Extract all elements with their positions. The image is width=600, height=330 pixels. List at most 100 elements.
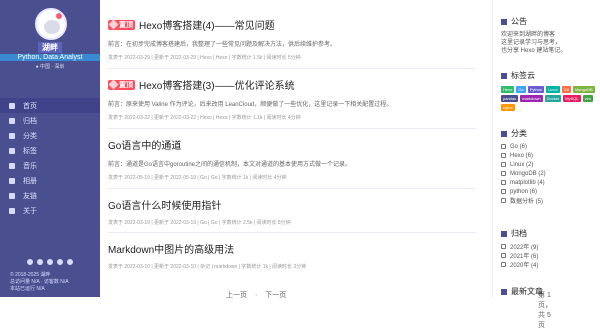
post-card[interactable]: Go语言中的通道 前言：通道是Go语言中goroutine之间的通信机制，本文对… xyxy=(108,137,476,181)
post-meta: 发表于 2022-03-19 | 更新于 2022-03-19 | Go | G… xyxy=(108,220,291,226)
categories-title: 分类 xyxy=(501,128,599,139)
pin-icon xyxy=(108,19,119,30)
pinned-badge: 置顶 xyxy=(108,19,135,30)
post-card[interactable]: Markdown中图片的高级用法 发表于 2022-03-10 | 更新于 20… xyxy=(108,241,476,270)
folder-icon xyxy=(501,130,507,137)
post-meta: 发表于 2022-05-19 | 更新于 2022-05-19 | Go | G… xyxy=(108,175,287,181)
rss-icon[interactable] xyxy=(37,259,43,265)
archive-list: 2022年 (9) 2021年 (6) 2020年 (4) xyxy=(501,242,599,269)
nav-item-label: 首页 xyxy=(23,102,37,110)
author-info: 湖畔 Python, Data Analyst ● 中国 · 深圳 xyxy=(0,42,100,70)
post-title-text[interactable]: Go语言什么时候使用指针 xyxy=(108,197,221,212)
post-card[interactable]: Go语言什么时候使用指针 发表于 2022-03-19 | 更新于 2022-0… xyxy=(108,197,476,226)
folder-icon xyxy=(9,132,15,139)
tag-chip[interactable]: Go xyxy=(516,86,526,93)
prev-page-link[interactable]: 上一页 xyxy=(226,292,247,299)
category-item[interactable]: matplotlib (4) xyxy=(501,178,599,187)
latest-title: 最新文章 xyxy=(501,286,599,297)
tags-cloud: Hexo Go Python Linux Git MongoDB pandas markdow… xyxy=(501,86,599,111)
archive-item[interactable]: 2020年 (4) xyxy=(501,260,599,269)
notice-title: 公告 xyxy=(501,16,599,27)
nav-item-categories[interactable]: 分类 xyxy=(0,128,100,143)
tag-chip[interactable]: MongoDB xyxy=(572,86,595,93)
avatar[interactable] xyxy=(35,8,67,40)
categories-list: Go (6) Hexo (6) Linux (2) MongoDB (2) matplo… xyxy=(501,142,599,206)
post-divider xyxy=(108,68,476,69)
nav-item-music[interactable]: 音乐 xyxy=(0,158,100,173)
left-sidebar: 湖畔 Python, Data Analyst ● 中国 · 深圳 首页 归档 … xyxy=(0,0,100,297)
nav-item-label: 关于 xyxy=(23,207,37,215)
music-icon xyxy=(9,162,15,169)
main-content: 置顶 Hexo博客搭建(4)——常见问题 前言：在初步完成博客搭建后，我整理了一… xyxy=(108,0,552,329)
nav-item-links[interactable]: 友链 xyxy=(0,188,100,203)
archive-item[interactable]: 2022年 (9) xyxy=(501,242,599,251)
post-title[interactable]: Go语言什么时候使用指针 xyxy=(108,197,476,212)
post-excerpt: 前言：原来使用 Valine 作为评论，后来改用 LeanCloud，顺便做了一… xyxy=(108,102,393,108)
tag-chip[interactable]: Linux xyxy=(546,86,560,93)
archive-title: 归档 xyxy=(501,228,599,239)
tag-chip[interactable]: vim xyxy=(582,95,593,102)
notice-line: 这里记录学习与思考， xyxy=(501,40,562,46)
category-item[interactable]: Linux (2) xyxy=(501,160,599,169)
category-item[interactable]: 数据分析 (5) xyxy=(501,196,599,205)
post-excerpt: 前言：在初步完成博客搭建后，我整理了一些常见问题及解决方法，供后续维护参考。 xyxy=(108,42,337,48)
author-subtitle: Python, Data Analyst xyxy=(0,54,100,61)
weibo-icon[interactable] xyxy=(67,259,73,265)
notice-line: 也分享 Hexo 建站笔记。 xyxy=(501,48,567,54)
nav-item-archive[interactable]: 归档 xyxy=(0,113,100,128)
wechat-icon[interactable] xyxy=(57,259,63,265)
nav-item-about[interactable]: 关于 xyxy=(0,203,100,218)
pinned-badge: 置顶 xyxy=(108,79,135,90)
github-icon[interactable] xyxy=(27,259,33,265)
tag-chip[interactable]: Hexo xyxy=(501,86,515,93)
footer-line: 总访问量 N/A · 访客数 N/A xyxy=(10,279,69,285)
tag-chip[interactable]: nginx xyxy=(501,104,515,111)
category-item[interactable]: Hexo (6) xyxy=(501,151,599,160)
tag-chip[interactable]: MySQL xyxy=(563,95,581,102)
category-item[interactable]: Go (6) xyxy=(501,142,599,151)
notice-widget: 公告 欢迎来到湖畔的博客 这里记录学习与思考， 也分享 Hexo 建站笔记。 xyxy=(501,16,599,55)
archive-item[interactable]: 2021年 (6) xyxy=(501,251,599,260)
home-icon xyxy=(9,102,15,109)
tags-widget: 标签云 Hexo Go Python Linux Git MongoDB pandas mar… xyxy=(501,70,599,111)
tag-chip[interactable]: pandas xyxy=(501,95,519,102)
archive-icon xyxy=(9,117,15,124)
post-divider xyxy=(108,188,476,189)
post-title[interactable]: Markdown中图片的高级用法 xyxy=(108,241,476,256)
post-title-text[interactable]: Hexo博客搭建(4)——常见问题 xyxy=(139,17,275,32)
post-title-text[interactable]: Markdown中图片的高级用法 xyxy=(108,241,234,256)
tag-chip[interactable]: Python xyxy=(527,86,545,93)
post-title[interactable]: 置顶 Hexo博客搭建(4)——常见问题 xyxy=(108,17,476,32)
tag-chip[interactable]: Docker xyxy=(544,95,562,102)
tag-chip[interactable]: Git xyxy=(561,86,571,93)
post-title-text[interactable]: Go语言中的通道 xyxy=(108,137,181,152)
tag-icon xyxy=(501,72,507,79)
nav-item-label: 标签 xyxy=(23,147,37,155)
nav-item-home[interactable]: 首页 xyxy=(0,98,100,113)
post-title-text[interactable]: Hexo博客搭建(3)——优化评论系统 xyxy=(139,77,295,92)
image-icon xyxy=(9,177,15,184)
notice-line: 欢迎来到湖畔的博客 xyxy=(501,32,556,38)
footer-line: © 2018-2025 湖畔 xyxy=(10,272,51,278)
post-card[interactable]: 置顶 Hexo博客搭建(4)——常见问题 前言：在初步完成博客搭建后，我整理了一… xyxy=(108,17,476,61)
tag-chip[interactable]: markdown xyxy=(520,95,543,102)
post-meta: 发表于 2022-03-22 | 更新于 2022-03-22 | Hexo |… xyxy=(108,115,301,121)
mail-icon[interactable] xyxy=(47,259,53,265)
social-links xyxy=(0,259,100,265)
avatar-status-dot xyxy=(56,13,62,19)
post-divider xyxy=(108,128,476,129)
categories-widget: 分类 Go (6) Hexo (6) Linux (2) MongoDB (2) mat… xyxy=(501,128,599,205)
category-item[interactable]: python (6) xyxy=(501,187,599,196)
category-item[interactable]: MongoDB (2) xyxy=(501,169,599,178)
nav-item-label: 归档 xyxy=(23,117,37,125)
post-card[interactable]: 置顶 Hexo博客搭建(3)——优化评论系统 前言：原来使用 Valine 作为… xyxy=(108,77,476,121)
post-title[interactable]: Go语言中的通道 xyxy=(108,137,476,152)
nav-item-album[interactable]: 相册 xyxy=(0,173,100,188)
link-icon xyxy=(9,192,15,199)
post-title[interactable]: 置顶 Hexo博客搭建(3)——优化评论系统 xyxy=(108,77,476,92)
nav-item-label: 分类 xyxy=(23,132,37,140)
post-meta: 发表于 2022-03-29 | 更新于 2022-03-29 | Hexo |… xyxy=(108,55,301,61)
next-page-link[interactable]: 下一页 xyxy=(265,292,286,299)
nav-item-tags[interactable]: 标签 xyxy=(0,143,100,158)
user-icon xyxy=(9,207,15,214)
